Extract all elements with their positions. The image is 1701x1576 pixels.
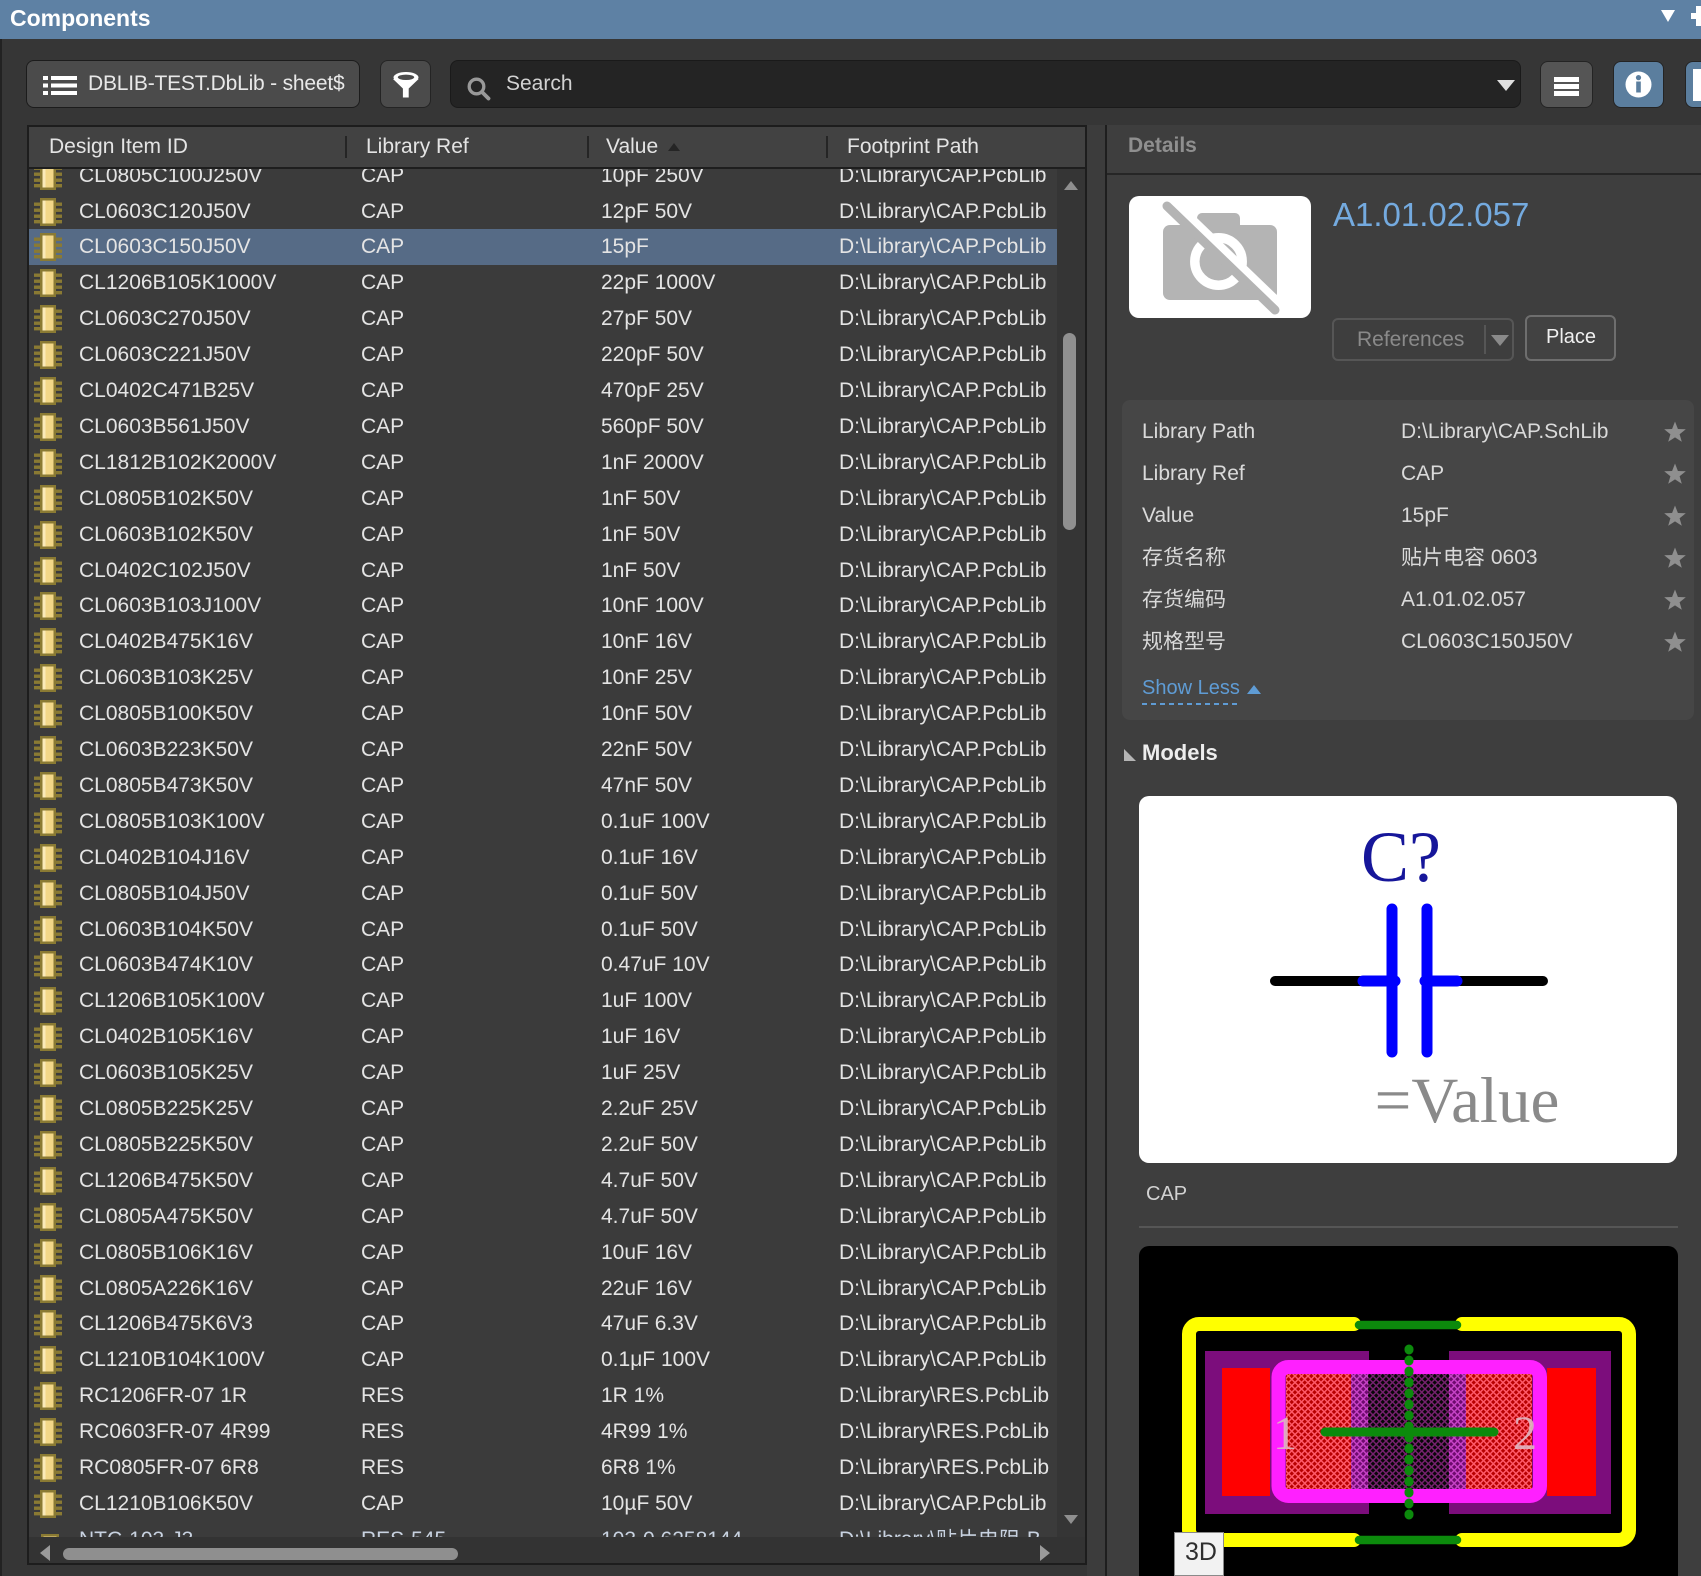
- svg-text:1: 1: [1273, 1407, 1297, 1460]
- svg-text:=Value: =Value: [1375, 1065, 1560, 1137]
- svg-text:2: 2: [1513, 1407, 1537, 1460]
- svg-text:C?: C?: [1361, 817, 1441, 897]
